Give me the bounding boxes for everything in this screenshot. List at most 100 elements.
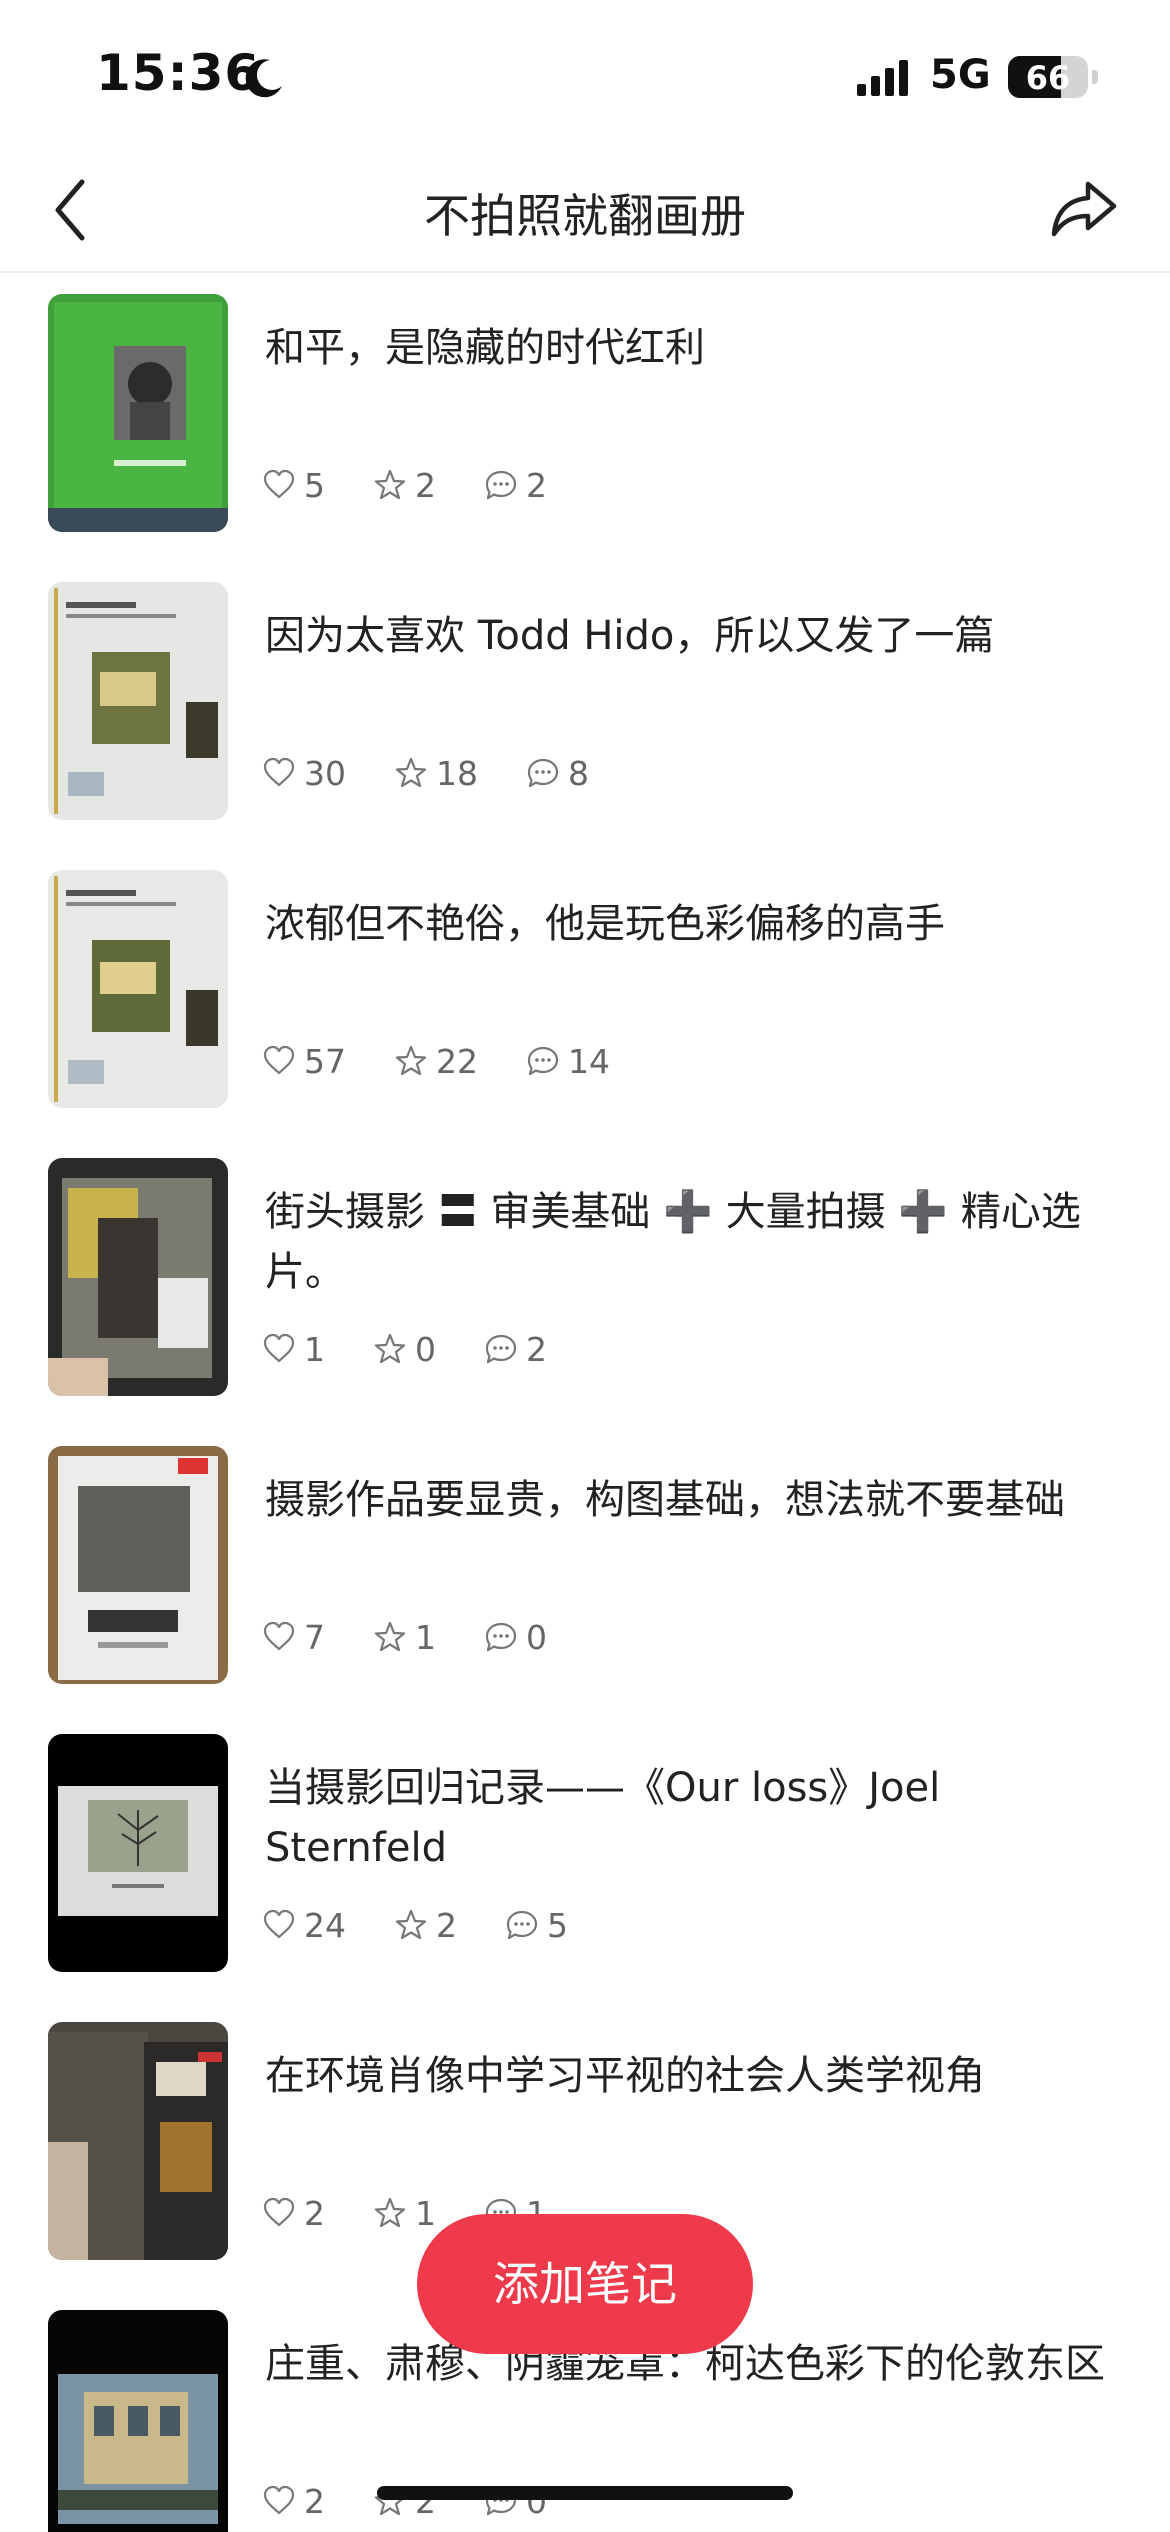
heart-icon — [263, 2197, 295, 2227]
heart-icon — [263, 469, 295, 499]
like-count: 24 — [304, 1905, 346, 1945]
collect-stat[interactable]: 22 — [394, 1042, 478, 1081]
note-item[interactable]: 浓郁但不艳俗，他是玩色彩偏移的高手 57 22 14 — [0, 864, 1170, 1152]
like-count: 30 — [304, 753, 346, 793]
note-item[interactable]: 摄影作品要显贵，构图基础，想法就不要基础 7 1 0 — [0, 1440, 1170, 1728]
collect-stat[interactable]: 1 — [373, 2194, 436, 2233]
like-count: 5 — [304, 465, 325, 505]
like-stat[interactable]: 24 — [262, 1906, 346, 1945]
like-count: 2 — [304, 2193, 325, 2233]
like-stat[interactable]: 2 — [262, 2194, 325, 2233]
comment-count: 8 — [568, 753, 589, 793]
status-time: 15:36 — [96, 44, 261, 102]
book-cover-thumbnail[interactable] — [48, 294, 228, 532]
star-icon — [395, 757, 427, 788]
nav-bar: 不拍照就翻画册 — [0, 150, 1170, 273]
star-icon — [374, 1333, 406, 1364]
like-stat[interactable]: 5 — [262, 466, 325, 505]
star-icon — [374, 469, 406, 500]
home-indicator[interactable] — [377, 2486, 793, 2500]
note-title: 和平，是隐藏的时代红利 — [265, 325, 705, 371]
collect-count: 18 — [436, 753, 478, 793]
comment-icon — [485, 470, 517, 500]
collect-stat[interactable]: 2 — [394, 1906, 457, 1945]
comment-count: 0 — [526, 1617, 547, 1657]
heart-icon — [263, 2485, 295, 2515]
like-count: 2 — [304, 2481, 325, 2521]
heart-icon — [263, 757, 295, 787]
note-item[interactable]: 街头摄影 〓 审美基础 ➕ 大量拍摄 ➕ 精心选片。 1 0 2 — [0, 1152, 1170, 1440]
note-stats: 30 18 8 — [262, 748, 637, 798]
like-count: 7 — [304, 1617, 325, 1657]
collect-count: 2 — [436, 1905, 457, 1945]
comment-count: 2 — [526, 465, 547, 505]
note-stats: 7 1 0 — [262, 1612, 595, 1662]
page-title: 不拍照就翻画册 — [424, 189, 746, 243]
note-item[interactable]: 和平，是隐藏的时代红利 5 2 2 — [0, 288, 1170, 576]
collect-stat[interactable]: 2 — [373, 466, 436, 505]
collect-count: 1 — [415, 1617, 436, 1657]
note-stats: 57 22 14 — [262, 1036, 658, 1086]
comment-icon — [527, 1046, 559, 1076]
notes-list: 和平，是隐藏的时代红利 5 2 2 因为太喜欢 Todd Hido，所以又发了一… — [0, 288, 1170, 2532]
like-stat[interactable]: 57 — [262, 1042, 346, 1081]
book-cover-thumbnail[interactable] — [48, 1446, 228, 1684]
comment-count: 5 — [547, 1905, 568, 1945]
like-count: 57 — [304, 1041, 346, 1081]
battery-percent: 66 — [1025, 59, 1071, 97]
comment-stat[interactable]: 14 — [526, 1042, 610, 1081]
collect-count: 2 — [415, 465, 436, 505]
like-stat[interactable]: 2 — [262, 2482, 325, 2521]
like-stat[interactable]: 1 — [262, 1330, 325, 1369]
note-stats: 5 2 2 — [262, 460, 595, 510]
collect-count: 0 — [415, 1329, 436, 1369]
note-title: 当摄影回归记录——《Our loss》Joel Sternfeld — [265, 1765, 941, 1871]
book-cover-thumbnail[interactable] — [48, 1734, 228, 1972]
star-icon — [374, 2197, 406, 2228]
comment-stat[interactable]: 5 — [505, 1906, 568, 1945]
collect-stat[interactable]: 18 — [394, 754, 478, 793]
note-title: 街头摄影 〓 审美基础 ➕ 大量拍摄 ➕ 精心选片。 — [265, 1189, 1081, 1295]
heart-icon — [263, 1621, 295, 1651]
comment-icon — [527, 758, 559, 788]
collect-count: 22 — [436, 1041, 478, 1081]
book-cover-thumbnail[interactable] — [48, 870, 228, 1108]
comment-stat[interactable]: 0 — [484, 1618, 547, 1657]
network-type: 5G — [930, 52, 991, 98]
star-icon — [374, 1621, 406, 1652]
comment-count: 14 — [568, 1041, 610, 1081]
share-icon[interactable] — [1048, 172, 1120, 244]
note-title: 浓郁但不艳俗，他是玩色彩偏移的高手 — [265, 901, 945, 947]
note-item[interactable]: 当摄影回归记录——《Our loss》Joel Sternfeld 24 2 5 — [0, 1728, 1170, 2016]
moon-icon — [245, 59, 282, 98]
heart-icon — [263, 1333, 295, 1363]
note-title: 摄影作品要显贵，构图基础，想法就不要基础 — [265, 1477, 1065, 1523]
like-stat[interactable]: 30 — [262, 754, 346, 793]
signal-icon — [857, 60, 908, 96]
heart-icon — [263, 1045, 295, 1075]
add-note-button[interactable]: 添加笔记 — [417, 2214, 753, 2354]
collect-stat[interactable]: 1 — [373, 1618, 436, 1657]
book-cover-thumbnail[interactable] — [48, 582, 228, 820]
collect-stat[interactable]: 0 — [373, 1330, 436, 1369]
note-stats: 2 2 0 — [262, 2476, 595, 2526]
book-cover-thumbnail[interactable] — [48, 1158, 228, 1396]
note-title: 在环境肖像中学习平视的社会人类学视角 — [265, 2053, 985, 2099]
like-count: 1 — [304, 1329, 325, 1369]
comment-icon — [506, 1910, 538, 1940]
comment-stat[interactable]: 2 — [484, 466, 547, 505]
collect-count: 1 — [415, 2193, 436, 2233]
comment-stat[interactable]: 2 — [484, 1330, 547, 1369]
note-title: 因为太喜欢 Todd Hido，所以又发了一篇 — [265, 613, 995, 659]
battery-tip — [1092, 70, 1098, 84]
book-cover-thumbnail[interactable] — [48, 2310, 228, 2532]
note-stats: 1 0 2 — [262, 1324, 595, 1374]
like-stat[interactable]: 7 — [262, 1618, 325, 1657]
comment-stat[interactable]: 8 — [526, 754, 589, 793]
book-cover-thumbnail[interactable] — [48, 2022, 228, 2260]
comment-icon — [485, 1622, 517, 1652]
battery-icon: 66 — [1008, 56, 1088, 98]
note-stats: 24 2 5 — [262, 1900, 616, 1950]
star-icon — [395, 1909, 427, 1940]
note-item[interactable]: 因为太喜欢 Todd Hido，所以又发了一篇 30 18 8 — [0, 576, 1170, 864]
